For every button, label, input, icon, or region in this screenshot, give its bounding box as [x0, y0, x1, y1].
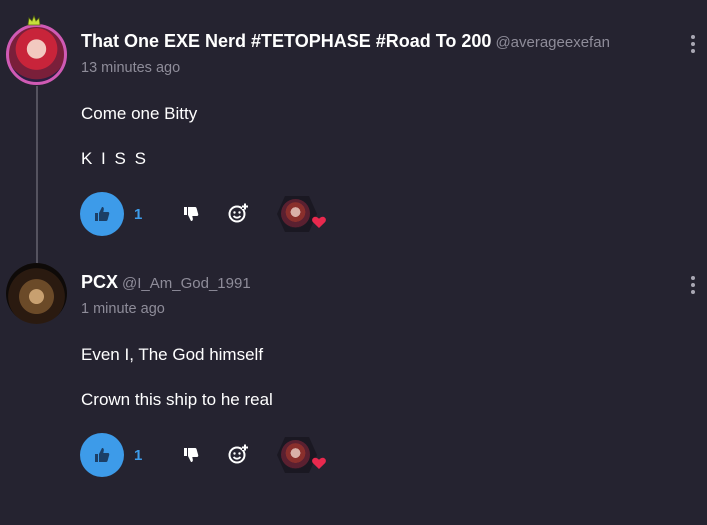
comment-text: K I S S — [81, 149, 148, 168]
heart-icon — [312, 216, 326, 228]
timestamp: 1 minute ago — [81, 301, 165, 317]
author-name[interactable]: PCX @I_Am_God_1991 — [81, 272, 251, 293]
more-vertical-icon — [691, 35, 695, 39]
add-reaction-button[interactable] — [227, 202, 249, 224]
dislike-button[interactable] — [180, 203, 202, 225]
more-vertical-icon-dot — [691, 290, 695, 294]
reaction-badge[interactable] — [271, 433, 329, 477]
crown-icon — [27, 15, 41, 26]
author-handle[interactable]: @I_Am_God_1991 — [122, 275, 251, 292]
avatar[interactable] — [6, 263, 67, 324]
thumbs-down-icon — [184, 207, 199, 221]
timestamp: 13 minutes ago — [81, 60, 181, 76]
like-button[interactable] — [80, 433, 124, 477]
more-vertical-icon-dot — [691, 49, 695, 53]
like-button[interactable] — [80, 192, 124, 236]
author-display-name[interactable]: PCX — [81, 272, 118, 292]
more-vertical-icon-dot — [691, 42, 695, 46]
thumbs-up-icon — [95, 448, 110, 462]
heart-icon — [312, 457, 326, 469]
author-display-name[interactable]: That One EXE Nerd #TETOPHASE #Road To 20… — [81, 31, 491, 51]
add-reaction-icon — [228, 203, 248, 223]
reactor-avatar — [281, 440, 310, 469]
add-reaction-button[interactable] — [227, 443, 249, 465]
thumbs-down-icon — [184, 448, 199, 462]
reactor-avatar — [281, 199, 310, 228]
avatar[interactable] — [6, 24, 67, 85]
author-handle[interactable]: @averageexefan — [495, 34, 609, 51]
more-vertical-icon — [691, 276, 695, 280]
more-vertical-icon-dot — [691, 283, 695, 287]
more-options-button[interactable] — [688, 276, 698, 296]
thumbs-up-icon — [95, 207, 110, 221]
like-count: 1 — [134, 206, 143, 223]
dislike-button[interactable] — [180, 444, 202, 466]
author-name[interactable]: That One EXE Nerd #TETOPHASE #Road To 20… — [81, 31, 610, 52]
more-options-button[interactable] — [688, 35, 698, 55]
reaction-badge[interactable] — [271, 192, 329, 236]
comment-text: Even I, The God himself — [81, 345, 264, 364]
comment-text: Crown this ship to he real — [81, 390, 273, 409]
add-reaction-icon — [228, 444, 248, 464]
like-count: 1 — [134, 447, 143, 464]
comment-text: Come one Bitty — [81, 104, 198, 123]
thread-line — [36, 86, 38, 266]
